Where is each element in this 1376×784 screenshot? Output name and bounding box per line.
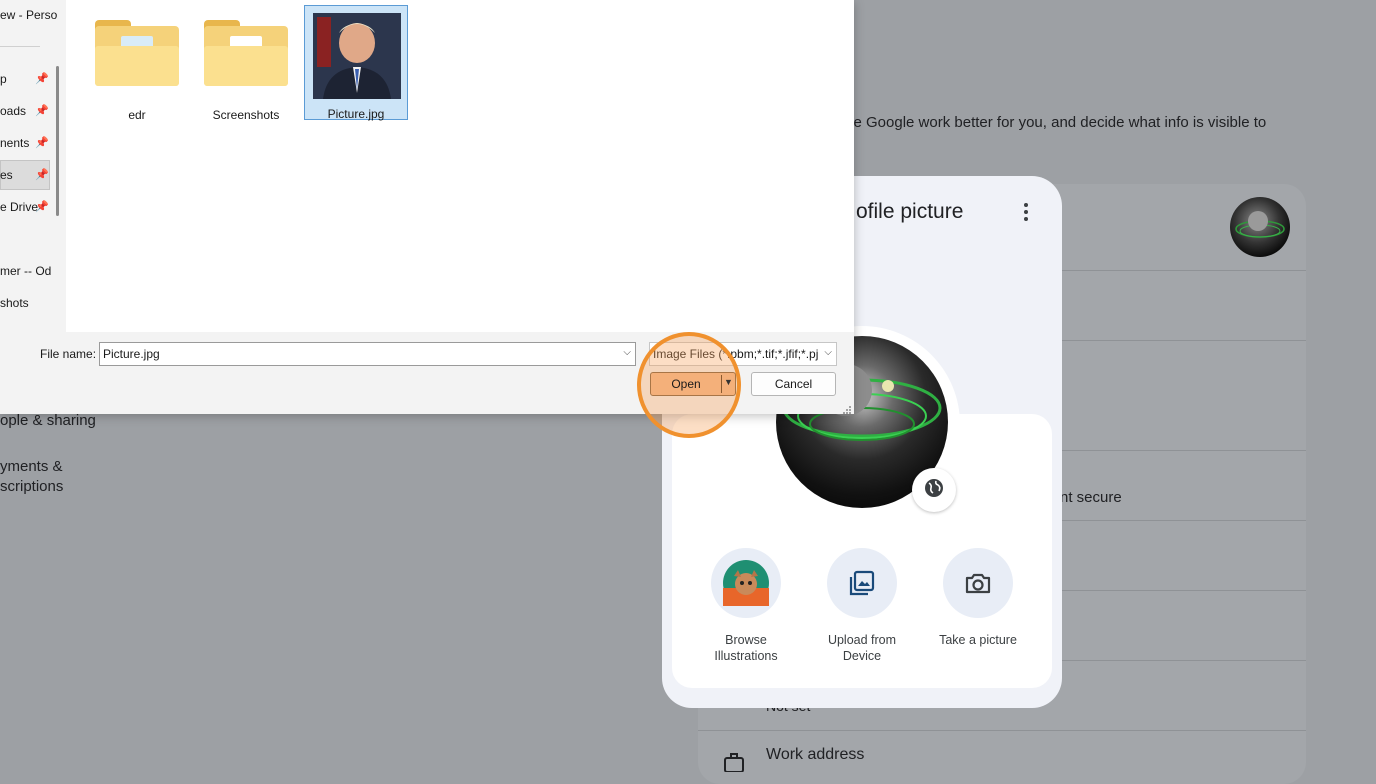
dropdown-arrow-icon[interactable]: ▼ [724, 377, 733, 387]
file-name-label: Picture.jpg [327, 107, 385, 121]
nav-item[interactable]: oads [0, 104, 26, 118]
illustration-avatar-icon [711, 548, 781, 618]
option-label-line2: Illustrations [714, 649, 778, 663]
open-button[interactable]: Open ▼ [650, 372, 736, 396]
nav-item-selected[interactable]: es [0, 168, 13, 182]
nav-scrollbar[interactable] [56, 66, 59, 216]
profile-avatar[interactable] [1230, 197, 1290, 257]
browse-illustrations-option[interactable]: Browse Illustrations [686, 548, 806, 664]
nav-payments-line1: yments & [0, 458, 63, 475]
pin-icon: 📌 [35, 105, 49, 117]
option-label-line1: Take a picture [939, 633, 1017, 647]
nav-divider [0, 46, 40, 47]
security-text: nt secure [1060, 489, 1122, 506]
visibility-button[interactable] [912, 468, 956, 512]
nav-payments-line2: scriptions [0, 478, 64, 495]
option-label-line1: Upload from [827, 633, 897, 647]
dialog-title: ofile picture [856, 200, 964, 223]
nav-item[interactable]: ew - Perso [0, 8, 57, 22]
folder-icon [95, 20, 179, 86]
file-item-screenshots[interactable]: Screenshots [194, 6, 298, 122]
more-vert-icon[interactable] [1014, 200, 1038, 224]
page-description: ke Google work better for you, and decid… [846, 114, 1267, 131]
file-item-edr[interactable]: edr [85, 6, 189, 122]
option-label-line2: Device [842, 649, 882, 663]
open-button-label: Open [671, 377, 701, 391]
folder-icon [204, 20, 288, 86]
file-name-input[interactable]: Picture.jpg ⌵ [99, 342, 636, 366]
upload-from-device-option[interactable]: Upload from Device [802, 548, 922, 664]
resize-grip-icon[interactable] [842, 402, 852, 414]
pin-icon: 📌 [35, 169, 49, 181]
work-address-label[interactable]: Work address [766, 746, 864, 764]
nav-item[interactable]: mer -- Od [0, 264, 51, 278]
file-name-value: Picture.jpg [103, 347, 160, 361]
nav-people-sharing[interactable]: ople & sharing [0, 411, 96, 431]
pin-icon: 📌 [35, 201, 49, 213]
camera-icon [943, 548, 1013, 618]
pin-icon: 📌 [35, 73, 49, 85]
image-thumbnail[interactable] [313, 13, 401, 99]
nav-item[interactable]: e Drive [0, 200, 38, 214]
file-name-label: Screenshots [212, 108, 280, 122]
file-name-label: edr [128, 108, 146, 122]
chevron-down-icon[interactable]: ⌵ [623, 347, 631, 358]
split-divider [721, 375, 722, 393]
card-divider [698, 730, 1306, 731]
file-name-label: File name: [40, 347, 97, 361]
pin-icon: 📌 [35, 137, 49, 149]
globe-icon [923, 477, 945, 504]
chevron-down-icon: ⌵ [824, 347, 832, 358]
cancel-button[interactable]: Cancel [751, 372, 836, 396]
nav-item[interactable]: p [0, 72, 7, 86]
briefcase-icon [722, 752, 746, 773]
navigation-list: ew - Perso p 📌 oads 📌 nents 📌 es 📌 e Dri… [0, 0, 58, 332]
nav-item[interactable]: nents [0, 136, 29, 150]
nav-item[interactable]: shots [0, 296, 29, 310]
nav-payments-subscriptions[interactable]: yments & scriptions [0, 457, 63, 497]
option-label-line1: Browse [725, 633, 767, 647]
take-picture-option[interactable]: Take a picture [918, 548, 1038, 648]
photo-library-icon [827, 548, 897, 618]
